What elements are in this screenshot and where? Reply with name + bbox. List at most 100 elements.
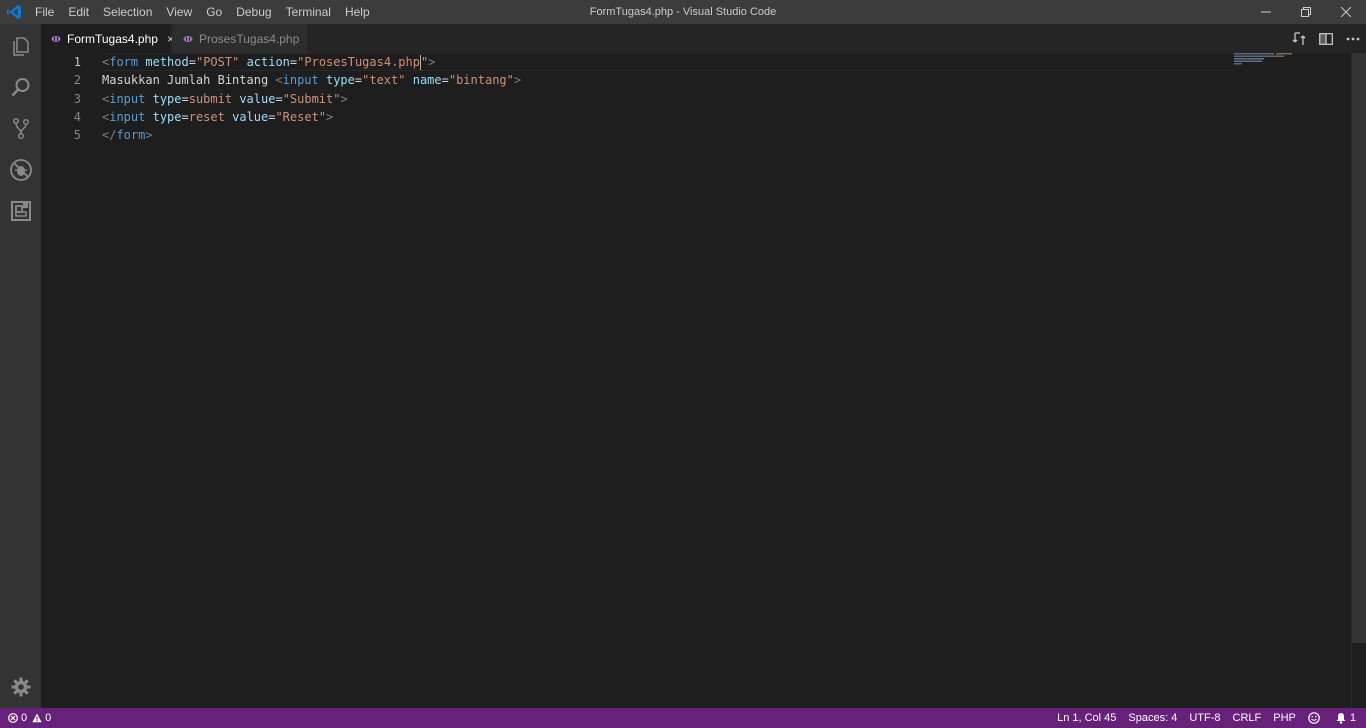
vscode-logo-icon[interactable] — [0, 0, 28, 24]
close-window-button[interactable] — [1326, 0, 1366, 24]
notifications-button[interactable]: 1 — [1329, 708, 1366, 728]
code-token-punc: > — [513, 73, 522, 87]
source-control-icon[interactable] — [0, 108, 41, 148]
code-token-text: = — [181, 92, 189, 106]
explorer-icon[interactable] — [0, 26, 41, 66]
split-editor-icon — [1318, 32, 1333, 45]
code-line[interactable]: <form method="POST" action="ProsesTugas4… — [102, 53, 435, 71]
code-token-text: = — [275, 92, 283, 106]
restore-icon — [1301, 7, 1311, 17]
error-count: 0 — [21, 712, 28, 724]
editor-actions — [1285, 24, 1366, 53]
search-icon[interactable] — [0, 67, 41, 107]
debug-icon[interactable] — [0, 150, 41, 190]
code-line[interactable]: <input type=submit value="Submit"> — [102, 90, 348, 108]
menu-debug[interactable]: Debug — [229, 0, 278, 24]
compare-icon — [1292, 31, 1305, 45]
code-token-text: Masukkan Jumlah Bintang — [102, 73, 276, 87]
code-token-text: = — [181, 110, 189, 124]
code-token-attr: method — [145, 55, 189, 69]
status-bar: 0 0 Ln 1, Col 45 Spaces: 4 UTF-8 CRLF PH… — [0, 708, 1366, 728]
menu-go[interactable]: Go — [199, 0, 229, 24]
php-file-icon — [183, 32, 193, 46]
restore-button[interactable] — [1286, 0, 1326, 24]
menu-terminal[interactable]: Terminal — [279, 0, 338, 24]
encoding[interactable]: UTF-8 — [1183, 708, 1226, 728]
line-number: 3 — [73, 92, 81, 106]
code-token-text: = — [441, 73, 449, 87]
error-icon — [8, 713, 18, 723]
end-of-line[interactable]: CRLF — [1227, 708, 1268, 728]
warning-count: 0 — [45, 712, 52, 724]
line-number: 2 — [73, 73, 81, 87]
code-token-punc: < — [275, 73, 283, 87]
open-changes-button[interactable] — [1285, 24, 1312, 53]
code-token-punc: > — [340, 92, 348, 106]
code-token-str: reset — [188, 110, 225, 124]
code-line[interactable]: </form> — [102, 126, 153, 144]
code-token-attr: type — [152, 92, 182, 106]
php-file-icon — [51, 32, 61, 46]
code-token-tag: form — [116, 128, 146, 142]
minimap[interactable] — [1234, 53, 1294, 65]
code-line[interactable]: <input type=reset value="Reset"> — [102, 108, 333, 126]
code-token-attr: action — [246, 55, 290, 69]
code-token-tag: form — [109, 55, 139, 69]
code-token-attr: value — [239, 92, 276, 106]
code-token-punc: > — [428, 55, 436, 69]
code-editor[interactable]: 1 2 3 4 5 <form method="POST" action="Pr… — [41, 53, 1366, 708]
menu-view[interactable]: View — [159, 0, 199, 24]
code-token-text: = — [188, 55, 196, 69]
code-line[interactable]: Masukkan Jumlah Bintang <input type = "tex… — [102, 71, 521, 89]
minimize-button[interactable] — [1246, 0, 1286, 24]
code-token-punc: > — [326, 110, 334, 124]
minimize-icon — [1261, 11, 1271, 13]
problems-indicator[interactable]: 0 0 — [0, 708, 51, 728]
indentation[interactable]: Spaces: 4 — [1122, 708, 1183, 728]
code-token-tag: input — [282, 73, 319, 87]
menu-file[interactable]: File — [28, 0, 61, 24]
notification-count: 1 — [1349, 712, 1356, 724]
code-token-tag: input — [109, 110, 146, 124]
smiley-icon — [1308, 712, 1320, 724]
warning-icon — [32, 713, 42, 723]
status-right: Ln 1, Col 45 Spaces: 4 UTF-8 CRLF PHP 1 — [1051, 708, 1366, 728]
more-actions-button[interactable] — [1339, 24, 1366, 53]
more-icon — [1346, 37, 1359, 40]
tab-prosestugas4[interactable]: ProsesTugas4.php — [172, 24, 307, 53]
line-number: 5 — [73, 128, 81, 142]
extensions-icon[interactable] — [0, 191, 41, 231]
title-bar: File Edit Selection View Go Debug Termin… — [0, 0, 1366, 24]
tab-bar: FormTugas4.php × ProsesTugas4.php — [41, 24, 1366, 53]
language-mode[interactable]: PHP — [1267, 708, 1302, 728]
split-editor-button[interactable] — [1312, 24, 1339, 53]
code-token-str: "text" — [362, 73, 406, 87]
window-controls — [1246, 0, 1366, 24]
feedback-button[interactable] — [1302, 712, 1329, 724]
menu-help[interactable]: Help — [338, 0, 377, 24]
tab-formtugas4[interactable]: FormTugas4.php × — [41, 24, 174, 53]
code-token-str: "POST" — [195, 55, 240, 69]
code-token-attr: name — [412, 73, 442, 87]
code-token-tag: input — [109, 92, 146, 106]
code-token-str: "ProsesTugas4.php — [297, 55, 420, 69]
menu-selection[interactable]: Selection — [96, 0, 159, 24]
gear-icon[interactable] — [0, 667, 41, 707]
tab-label: ProsesTugas4.php — [199, 31, 300, 46]
line-number: 1 — [73, 55, 81, 69]
activity-bar — [0, 24, 41, 708]
code-token-punc: </ — [102, 128, 117, 142]
code-token-str: "Submit" — [282, 92, 341, 106]
line-number: 4 — [73, 110, 81, 124]
menu-edit[interactable]: Edit — [61, 0, 96, 24]
cursor-position[interactable]: Ln 1, Col 45 — [1051, 708, 1122, 728]
code-token-attr: type — [325, 73, 355, 87]
vertical-scrollbar[interactable] — [1352, 53, 1366, 643]
code-token-attr: type — [152, 110, 182, 124]
